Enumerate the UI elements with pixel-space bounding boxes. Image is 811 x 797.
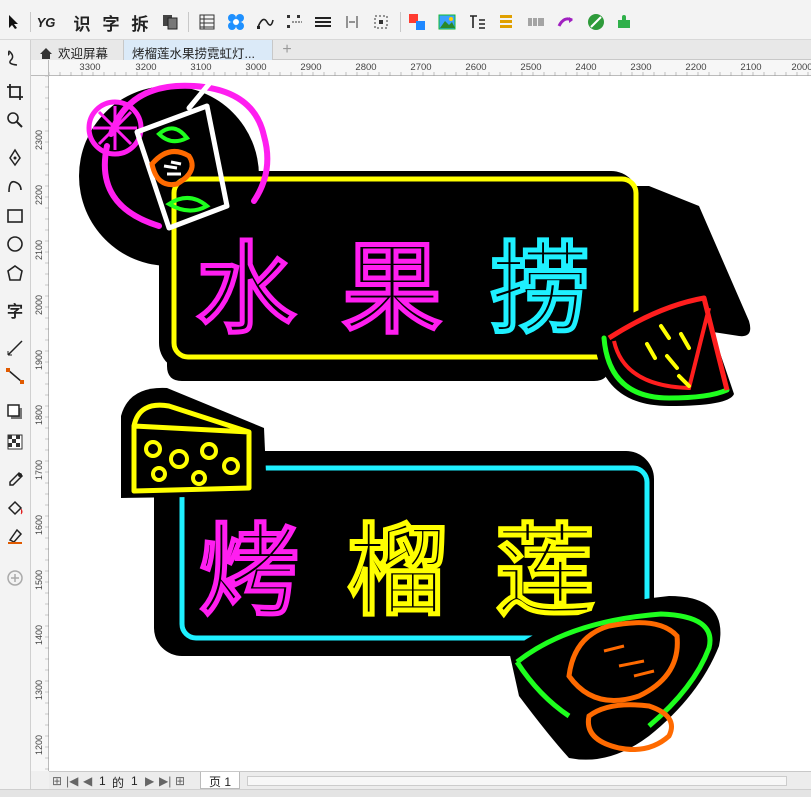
next-page-button[interactable]: ▶ <box>145 774 154 788</box>
dimension-tool-icon[interactable] <box>3 336 27 360</box>
tab-welcome-screen[interactable]: 欢迎屏幕 <box>31 40 123 61</box>
v-ruler-label: 1400 <box>34 624 44 645</box>
v-ruler-label: 2100 <box>34 239 44 260</box>
toolbar-separator <box>188 12 189 32</box>
yg-plugin-button[interactable]: YG <box>34 10 58 34</box>
text-tool-icon[interactable]: 字 <box>3 298 27 322</box>
add-tool-icon[interactable] <box>3 566 27 590</box>
eyedropper-tool-icon[interactable] <box>3 468 27 492</box>
status-bar <box>0 789 811 797</box>
connector-tool-icon[interactable] <box>3 364 27 388</box>
horizontal-ruler[interactable]: 3300 3200 3100 3000 2900 2800 2700 2600 2500 2400… <box>49 60 811 76</box>
toolbar-separator <box>30 12 31 32</box>
distribute-icon[interactable] <box>311 10 335 34</box>
group-select-icon[interactable] <box>369 10 393 34</box>
plugin-leaf-icon[interactable] <box>584 10 608 34</box>
first-page-button[interactable]: |◀ <box>66 774 78 788</box>
smart-fill-tool-icon[interactable] <box>3 524 27 548</box>
spacing-icon[interactable] <box>340 10 364 34</box>
add-page-button[interactable]: ⊞ <box>175 774 185 788</box>
image-icon[interactable] <box>435 10 459 34</box>
color-swap-icon[interactable] <box>405 10 429 34</box>
sign1-char-1: 水 <box>196 231 296 348</box>
h-ruler-label: 3300 <box>79 62 101 73</box>
v-ruler-label: 1800 <box>34 404 44 425</box>
current-page[interactable]: 1 <box>99 774 106 788</box>
rectangle-tool-icon[interactable] <box>3 204 27 228</box>
left-toolbox: 字 <box>0 40 31 797</box>
h-ruler-label: 2100 <box>740 62 762 73</box>
drop-shadow-tool-icon[interactable] <box>3 400 27 424</box>
total-pages: 1 <box>131 774 138 788</box>
tab-welcome-label: 欢迎屏幕 <box>58 47 109 61</box>
h-ruler-label: 2500 <box>520 62 542 73</box>
h-ruler-label: 2400 <box>575 62 597 73</box>
top-toolbar: YG 识 字 拆 <box>0 0 811 40</box>
v-ruler-label: 1600 <box>34 514 44 535</box>
document-tab-bar: 欢迎屏幕 烤榴莲水果捞霓虹灯... + <box>31 40 811 61</box>
drawing-canvas[interactable]: 水 果 捞 烤 榴 莲 <box>49 76 811 771</box>
text-align-icon[interactable] <box>465 10 489 34</box>
vertical-ruler[interactable]: 2300 2200 2100 2000 1900 1800 1700 1600 1500 1400… <box>31 76 49 771</box>
h-ruler-label: 3200 <box>135 62 157 73</box>
cheese-illustration[interactable] <box>121 387 267 498</box>
h-ruler-label: 2600 <box>465 62 487 73</box>
zoom-tool-icon[interactable] <box>3 108 27 132</box>
v-ruler-label: 1700 <box>34 459 44 480</box>
horizontal-scrollbar[interactable] <box>247 776 787 786</box>
tab-document[interactable]: 烤榴莲水果捞霓虹灯... <box>123 40 273 61</box>
ocr-char-button-2[interactable]: 字 <box>99 10 123 35</box>
toolbar-separator <box>400 12 401 32</box>
v-ruler-label: 1900 <box>34 349 44 370</box>
table-icon[interactable] <box>195 10 219 34</box>
list-icon[interactable] <box>494 10 518 34</box>
last-page-button[interactable]: ▶| <box>159 774 171 788</box>
v-ruler-label: 2000 <box>34 294 44 315</box>
h-ruler-label: 2700 <box>410 62 432 73</box>
h-ruler-label: 3000 <box>245 62 267 73</box>
sign2-char-1: 烤 <box>199 513 299 630</box>
fill-tool-icon[interactable] <box>3 496 27 520</box>
crop-tool-icon[interactable] <box>3 80 27 104</box>
v-ruler-label: 1300 <box>34 679 44 700</box>
ellipse-tool-icon[interactable] <box>3 232 27 256</box>
transparency-tool-icon[interactable] <box>3 430 27 454</box>
ocr-char-button-3[interactable]: 拆 <box>128 10 152 35</box>
h-ruler-label: 3100 <box>190 62 212 73</box>
polygon-tool-icon[interactable] <box>3 262 27 286</box>
v-ruler-label: 1500 <box>34 569 44 590</box>
page-tab-1[interactable]: 页 1 <box>200 772 240 789</box>
v-ruler-label: 2200 <box>34 184 44 205</box>
h-ruler-label: 2300 <box>630 62 652 73</box>
page-settings-icon[interactable]: ⊞ <box>52 774 62 788</box>
v-ruler-label: 1200 <box>34 734 44 755</box>
sign2-char-3: 莲 <box>495 513 595 630</box>
pick-tool-icon[interactable] <box>2 10 26 34</box>
transform-icon[interactable] <box>554 10 578 34</box>
align-nodes-icon[interactable] <box>282 10 306 34</box>
page-navigation-bar: ⊞ |◀ ◀ 1 的 1 ▶ ▶| ⊞ 页 1 <box>49 771 811 790</box>
sign1-char-3: 捞 <box>490 231 590 348</box>
h-ruler-label: 2000 <box>791 62 811 73</box>
sign1-char-2: 果 <box>342 231 442 348</box>
copy-icon[interactable] <box>158 10 182 34</box>
freehand-pick-icon[interactable] <box>3 46 27 70</box>
pattern-icon[interactable] <box>224 10 248 34</box>
new-tab-button[interactable]: + <box>279 41 295 58</box>
ocr-char-button-1[interactable]: 识 <box>70 10 94 35</box>
tab-document-label: 烤榴莲水果捞霓虹灯... <box>132 47 255 61</box>
h-ruler-label: 2900 <box>300 62 322 73</box>
h-ruler-label: 2200 <box>685 62 707 73</box>
puzzle-icon[interactable] <box>612 10 636 34</box>
node-tool-icon[interactable] <box>253 10 277 34</box>
curve-tool-icon[interactable] <box>3 174 27 198</box>
v-ruler-label: 2300 <box>34 129 44 150</box>
sign2-char-2: 榴 <box>347 513 447 630</box>
ruler-origin[interactable] <box>31 60 49 76</box>
prev-page-button[interactable]: ◀ <box>83 774 92 788</box>
pen-tool-icon[interactable] <box>3 146 27 170</box>
h-ruler-label: 2800 <box>355 62 377 73</box>
barcode-icon[interactable] <box>524 10 548 34</box>
